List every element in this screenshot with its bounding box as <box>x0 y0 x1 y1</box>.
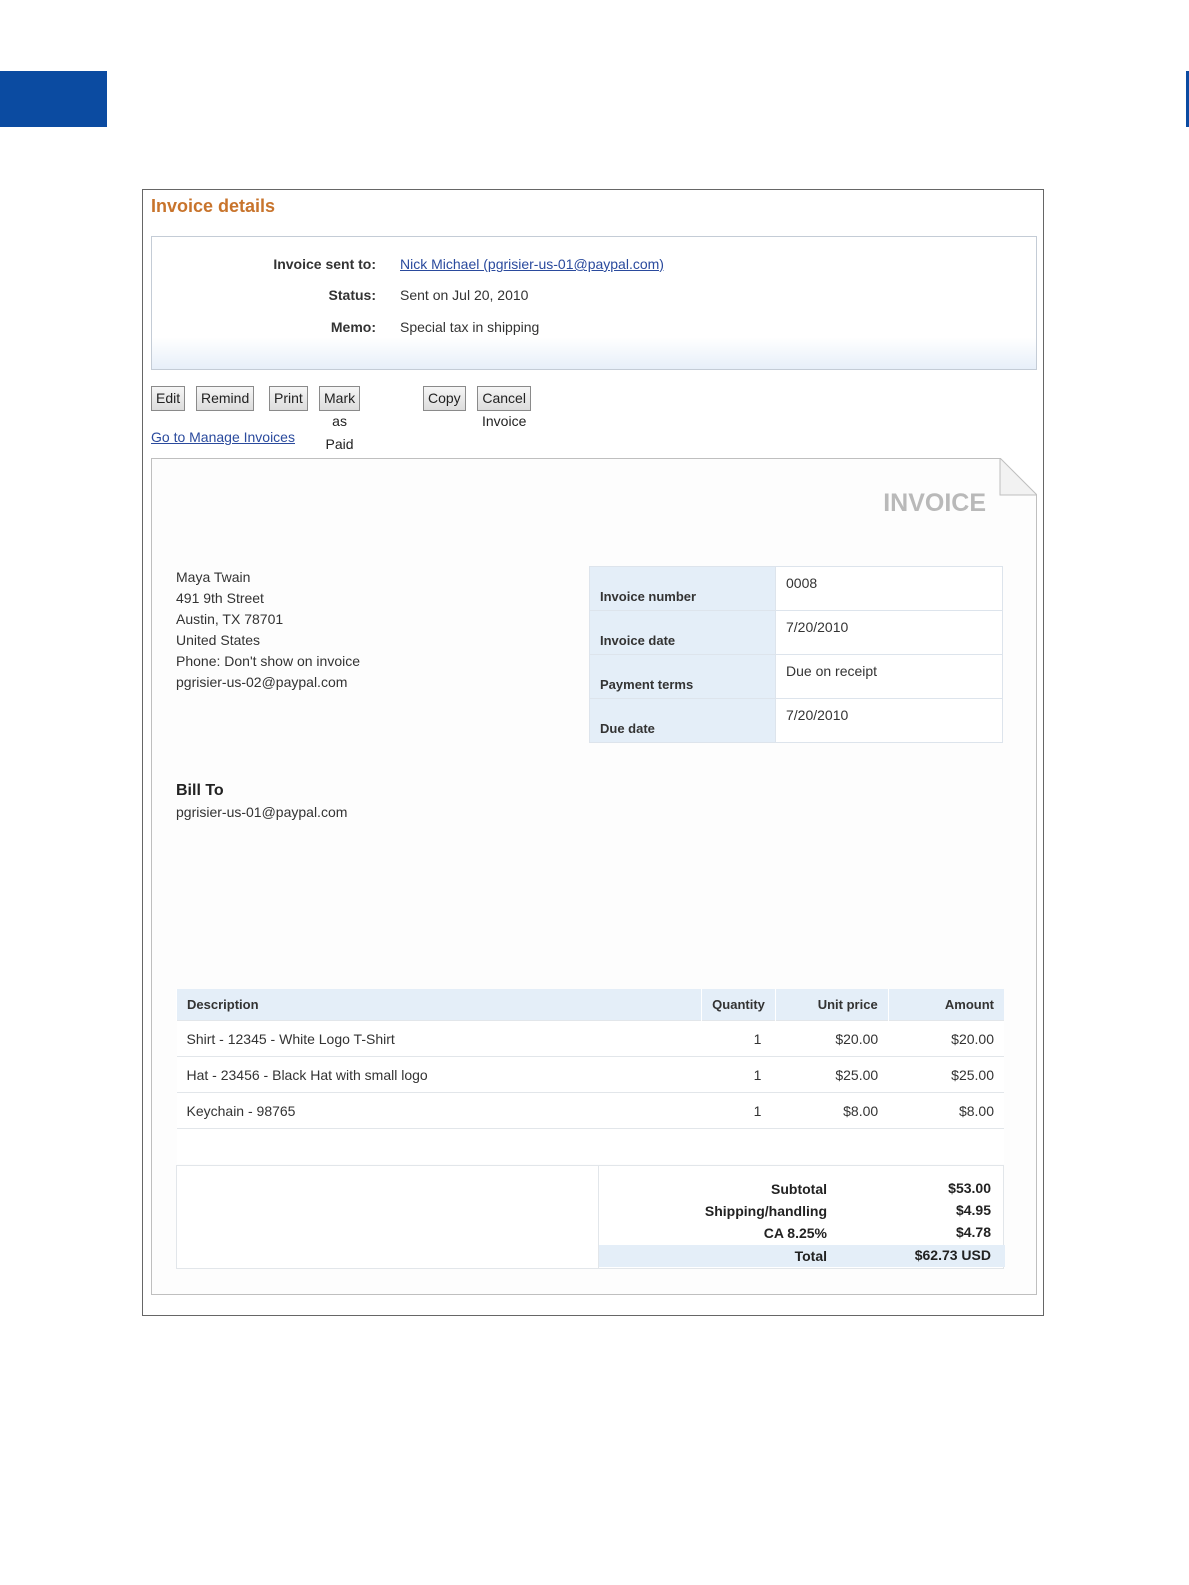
remind-button[interactable]: Remind <box>196 386 255 411</box>
summary-status: Status: Sent on Jul 20, 2010 <box>152 287 1036 307</box>
totals-summary: Subtotal $53.00 Shipping/handling $4.95 … <box>598 1165 1005 1269</box>
shipping-row: Shipping/handling $4.95 <box>599 1200 1005 1222</box>
item-unit-price: $25.00 <box>775 1056 889 1093</box>
edit-button[interactable]: Edit <box>151 386 186 411</box>
line-items-header: Description Quantity Unit price Amount <box>175 989 1004 1021</box>
meta-value: 7/20/2010 <box>775 610 1003 655</box>
meta-value: 7/20/2010 <box>775 698 1003 743</box>
sender-email: pgrisier-us-02@paypal.com <box>176 674 348 690</box>
meta-value: 0008 <box>775 566 1003 611</box>
invoice-heading: INVOICE <box>883 489 986 517</box>
col-description: Description <box>175 989 702 1021</box>
invoice-summary: Invoice sent to: Nick Michael (pgrisier-… <box>151 236 1037 370</box>
subtotal-row: Subtotal $53.00 <box>599 1178 1005 1200</box>
bill-to-email: pgrisier-us-01@paypal.com <box>176 804 348 820</box>
col-amount: Amount <box>887 989 1004 1021</box>
sender-phone: Phone: Don't show on invoice <box>176 653 361 669</box>
subtotal-value: $53.00 <box>948 1180 991 1196</box>
manage-invoices-link[interactable]: Go to Manage Invoices <box>151 429 295 445</box>
col-unit-price: Unit price <box>774 989 889 1021</box>
sender-country: United States <box>176 632 261 648</box>
page-fold-icon <box>999 458 1037 496</box>
meta-label: Invoice date <box>589 610 776 655</box>
meta-label: Payment terms <box>589 654 776 699</box>
item-unit-price: $8.00 <box>775 1092 889 1129</box>
sender-name: Maya Twain <box>176 569 251 585</box>
item-description: Hat - 23456 - Black Hat with small logo <box>176 1056 702 1093</box>
shipping-label: Shipping/handling <box>704 1203 827 1219</box>
meta-value: Due on receipt <box>775 654 1003 699</box>
col-quantity: Quantity <box>701 989 776 1021</box>
item-description: Shirt - 12345 - White Logo T-Shirt <box>176 1020 702 1057</box>
meta-label: Invoice number <box>589 566 776 611</box>
item-amount: $20.00 <box>888 1020 1004 1057</box>
item-quantity: 1 <box>701 1056 776 1093</box>
status-label: Status: <box>328 287 376 303</box>
meta-label: Due date <box>589 698 776 743</box>
sender-address: Maya Twain 491 9th Street Austin, TX 787… <box>176 567 360 693</box>
item-quantity: 1 <box>701 1020 776 1057</box>
bill-to-heading: Bill To <box>176 782 224 799</box>
brand-tab <box>0 71 107 127</box>
recipient-link[interactable]: Nick Michael (pgrisier-us-01@paypal.com) <box>400 256 664 272</box>
item-amount: $25.00 <box>888 1056 1004 1093</box>
item-quantity: 1 <box>701 1092 776 1129</box>
meta-row-invoice-number: Invoice number 0008 <box>589 566 1003 611</box>
page-title: Invoice details <box>151 196 276 216</box>
memo-label: Memo: <box>330 319 376 335</box>
tax-row: CA 8.25% $4.78 <box>599 1222 1005 1244</box>
sender-city: Austin, TX 78701 <box>176 611 284 627</box>
meta-row-invoice-date: Invoice date 7/20/2010 <box>589 610 1003 655</box>
item-description: Keychain - 98765 <box>176 1092 702 1129</box>
table-row: Shirt - 12345 - White Logo T-Shirt 1 $20… <box>176 1020 1004 1057</box>
total-label: Total <box>794 1248 827 1264</box>
item-amount: $8.00 <box>888 1092 1004 1129</box>
invoice-meta-table: Invoice number 0008 Invoice date 7/20/20… <box>589 566 1003 743</box>
cancel-invoice-button[interactable]: Cancel Invoice <box>477 386 532 429</box>
sent-to-label: Invoice sent to: <box>273 256 376 272</box>
line-items-table: Description Quantity Unit price Amount S… <box>175 989 1004 1164</box>
memo-value: Special tax in shipping <box>400 319 540 335</box>
meta-row-payment-terms: Payment terms Due on receipt <box>589 654 1003 699</box>
subtotal-label: Subtotal <box>771 1181 827 1197</box>
print-button[interactable]: Print <box>269 386 308 411</box>
mark-as-paid-button[interactable]: Mark as Paid <box>319 386 361 452</box>
table-row: Hat - 23456 - Black Hat with small logo … <box>176 1056 1004 1093</box>
sender-street: 491 9th Street <box>176 590 264 606</box>
empty-cell <box>176 1128 1004 1164</box>
tax-label: CA 8.25% <box>763 1225 827 1241</box>
total-row: Total $62.73 USD <box>599 1245 1005 1267</box>
meta-row-due-date: Due date 7/20/2010 <box>589 698 1003 743</box>
shipping-value: $4.95 <box>955 1202 991 1218</box>
tax-value: $4.78 <box>955 1224 991 1240</box>
totals-box: Subtotal $53.00 Shipping/handling $4.95 … <box>176 1165 1005 1269</box>
summary-memo: Memo: Special tax in shipping <box>152 319 1036 339</box>
table-row-empty <box>176 1128 1004 1164</box>
item-unit-price: $20.00 <box>775 1020 889 1057</box>
copy-button[interactable]: Copy <box>423 386 466 411</box>
table-row: Keychain - 98765 1 $8.00 $8.00 <box>176 1092 1004 1129</box>
invoice-document: INVOICE Maya Twain 491 9th Street Austin… <box>151 458 1037 1295</box>
invoice-details-panel: Invoice details Invoice sent to: Nick Mi… <box>142 189 1044 1316</box>
summary-sent-to: Invoice sent to: Nick Michael (pgrisier-… <box>152 256 1036 276</box>
status-value: Sent on Jul 20, 2010 <box>400 287 529 303</box>
total-value: $62.73 USD <box>914 1247 991 1263</box>
